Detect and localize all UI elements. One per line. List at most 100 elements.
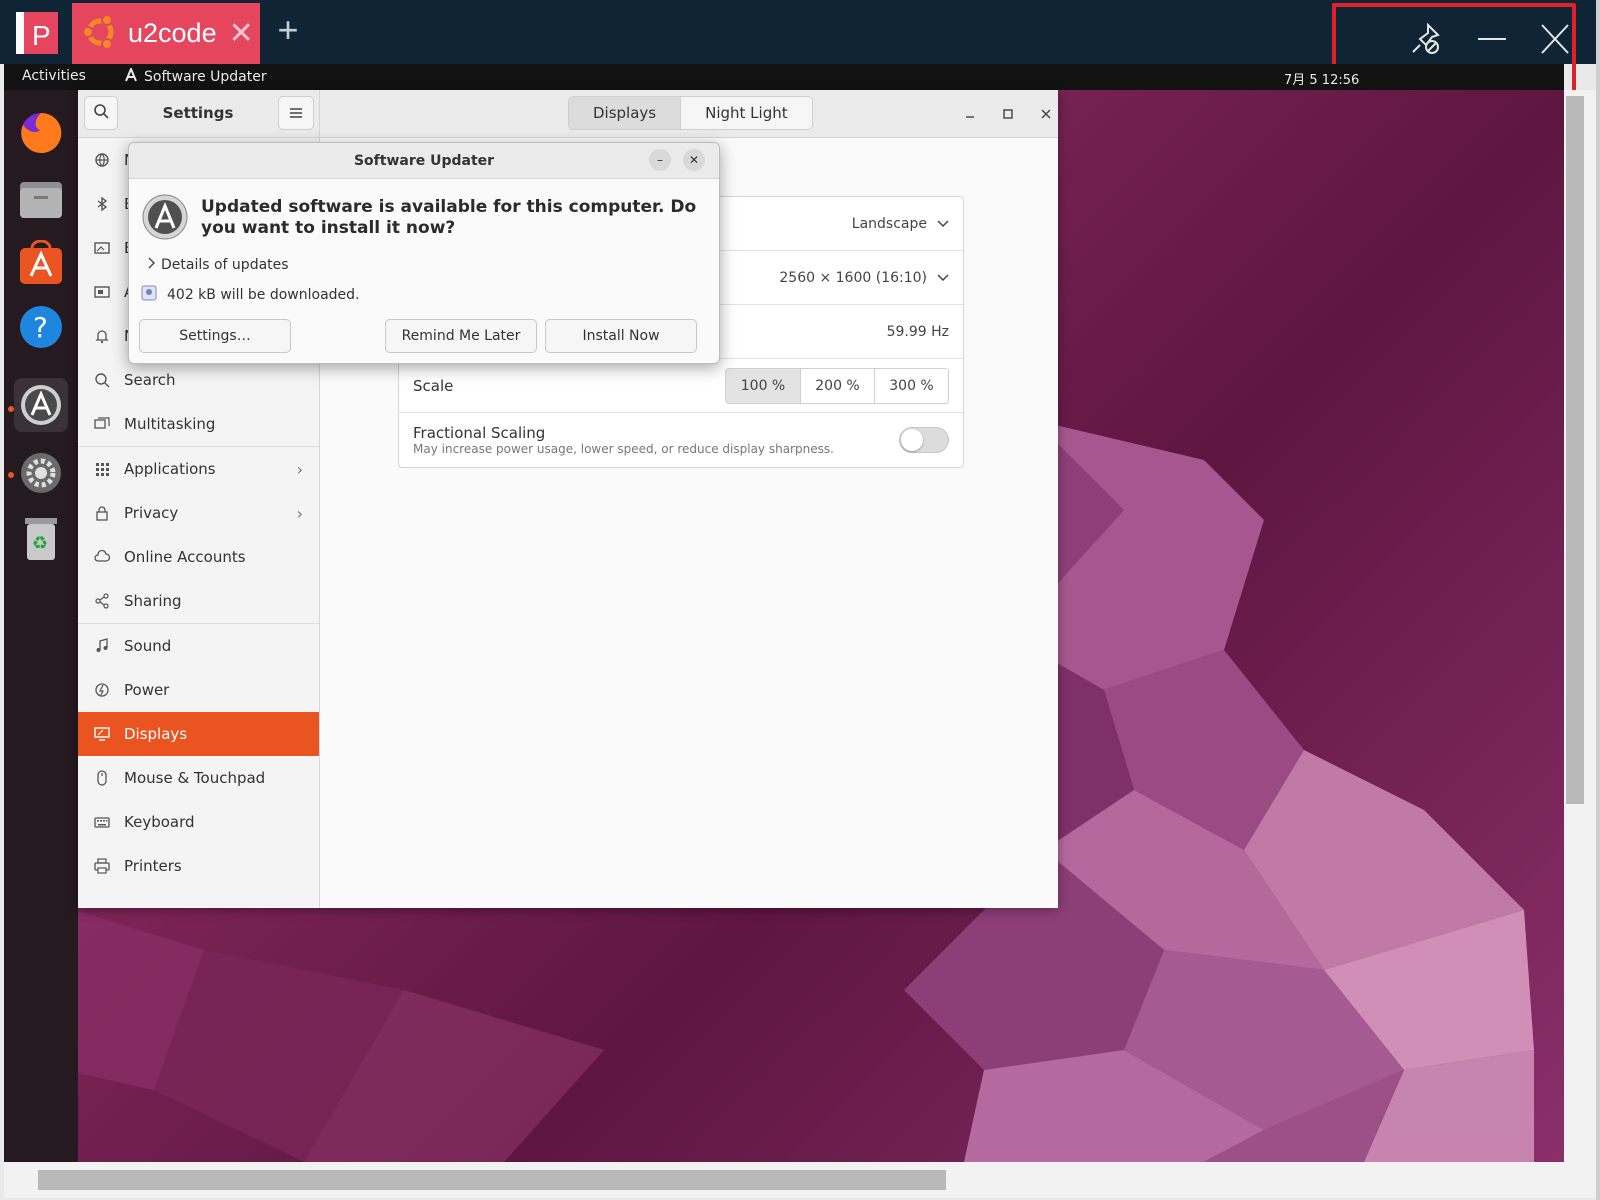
software-updater-icon: [141, 193, 189, 241]
sidebar-item-power[interactable]: Power: [78, 668, 319, 712]
chevron-down-icon: [937, 216, 949, 232]
search-icon: [92, 370, 112, 390]
updater-settings-button[interactable]: Settings…: [139, 319, 291, 353]
tab-close-icon[interactable]: ✕: [229, 18, 254, 49]
viewer-logo-letter: P: [32, 20, 51, 51]
close-icon[interactable]: [1534, 19, 1574, 59]
add-tab-button[interactable]: +: [270, 12, 306, 48]
pin-icon[interactable]: [1406, 19, 1446, 59]
power-icon: [92, 680, 112, 700]
clock[interactable]: 7月 5 12:56: [1284, 69, 1359, 88]
sidebar-item-label: Applications: [124, 460, 216, 478]
sidebar-item-applications[interactable]: Applications ›: [78, 447, 319, 491]
settings-icon[interactable]: [14, 446, 68, 500]
software-updater-icon[interactable]: [14, 378, 68, 432]
vertical-scrollbar-thumb[interactable]: [1566, 96, 1584, 804]
install-now-button[interactable]: Install Now: [545, 319, 697, 353]
viewer-logo: P: [12, 10, 62, 56]
software-updater-dialog: Software Updater – ✕ Updated software is…: [128, 142, 720, 364]
updater-close-icon[interactable]: ✕: [683, 149, 705, 171]
scale-100-button[interactable]: 100 %: [726, 368, 800, 403]
updater-title: Software Updater: [353, 153, 495, 169]
sound-icon: [92, 636, 112, 656]
background-icon: [92, 238, 112, 258]
sidebar-item-label: Sound: [124, 637, 172, 655]
running-indicator: [8, 406, 14, 412]
window-minimize-icon[interactable]: [958, 102, 982, 126]
fractional-scaling-label: Fractional Scaling: [413, 424, 546, 442]
tab-night-light[interactable]: Night Light: [680, 97, 812, 129]
menu-button[interactable]: [278, 96, 314, 130]
details-expander[interactable]: Details of updates: [147, 257, 289, 273]
orientation-value[interactable]: Landscape: [852, 216, 949, 232]
scale-200-button[interactable]: 200 %: [800, 368, 874, 403]
scale-label: Scale: [413, 376, 454, 395]
sidebar-item-online-accounts[interactable]: Online Accounts: [78, 535, 319, 579]
resolution-label: 2560 × 1600 (16:10): [779, 269, 927, 286]
sidebar-item-keyboard[interactable]: Keyboard: [78, 800, 319, 844]
online-accounts-icon: [92, 547, 112, 567]
sidebar-item-label: Multitasking: [124, 415, 216, 433]
download-size-text: 402 kB will be downloaded.: [167, 287, 360, 303]
dock: ? ♻: [4, 90, 78, 1162]
mouse-icon: [92, 768, 112, 788]
bluetooth-icon: [92, 194, 112, 214]
sidebar-item-sharing[interactable]: Sharing: [78, 579, 319, 623]
sidebar-item-multitasking[interactable]: Multitasking: [78, 402, 319, 446]
sidebar-item-label: Displays: [124, 725, 188, 743]
scale-300-button[interactable]: 300 %: [874, 368, 948, 403]
window-border: [1596, 0, 1600, 1200]
fractional-scaling-toggle[interactable]: [899, 427, 949, 453]
app-center-icon[interactable]: [14, 236, 68, 290]
remote-viewer-toolbar: P u2code ✕ +: [0, 0, 1600, 102]
scale-options: 100 % 200 % 300 %: [725, 367, 949, 404]
sidebar-item-sound[interactable]: Sound: [78, 624, 319, 668]
ubuntu-top-bar: Activities Software Updater 7月 5 12:56: [4, 64, 1564, 90]
files-icon[interactable]: [14, 172, 68, 226]
updater-titlebar: Software Updater – ✕: [129, 143, 719, 179]
sidebar-item-label: Search: [124, 371, 176, 389]
svg-text:?: ?: [33, 311, 48, 344]
sidebar-item-mouse-touchpad[interactable]: Mouse & Touchpad: [78, 756, 319, 800]
svg-text:♻: ♻: [32, 533, 48, 554]
orientation-label: Landscape: [851, 215, 927, 232]
network-icon: [92, 150, 112, 170]
sidebar-item-printers[interactable]: Printers: [78, 844, 319, 888]
window-maximize-icon[interactable]: [996, 102, 1020, 126]
tab-displays[interactable]: Displays: [569, 97, 681, 129]
appearance-icon: [92, 282, 112, 302]
remind-me-later-button[interactable]: Remind Me Later: [385, 319, 537, 353]
firefox-icon[interactable]: [14, 106, 68, 160]
multitasking-icon: [92, 414, 112, 434]
running-indicator: [8, 472, 14, 478]
search-button[interactable]: [84, 96, 118, 130]
search-icon: [93, 103, 109, 123]
chevron-right-icon: [147, 257, 155, 273]
trash-icon[interactable]: ♻: [14, 512, 68, 566]
sidebar-item-search[interactable]: Search: [78, 358, 319, 402]
sidebar-item-label: Privacy: [124, 504, 179, 522]
download-info: 402 kB will be downloaded.: [141, 285, 360, 305]
keyboard-icon: [92, 812, 112, 832]
horizontal-scrollbar-thumb[interactable]: [38, 1170, 946, 1190]
chevron-down-icon: [937, 270, 949, 286]
window-close-icon[interactable]: [1034, 102, 1058, 126]
updater-minimize-icon[interactable]: –: [649, 149, 671, 171]
app-menu[interactable]: Software Updater: [124, 66, 267, 86]
privacy-icon: [92, 503, 112, 523]
sidebar-item-label: Mouse & Touchpad: [124, 769, 266, 787]
minimize-icon[interactable]: [1472, 19, 1512, 59]
sidebar-item-displays[interactable]: Displays: [78, 712, 319, 756]
help-icon[interactable]: ?: [14, 300, 68, 354]
app-menu-label: Software Updater: [144, 69, 267, 85]
chevron-right-icon: ›: [296, 459, 303, 479]
resolution-value[interactable]: 2560 × 1600 (16:10): [779, 270, 949, 286]
ubuntu-logo-icon: [82, 13, 118, 54]
activities-button[interactable]: Activities: [22, 68, 86, 84]
updater-message: Updated software is available for this c…: [201, 197, 697, 238]
tab-label: u2code: [128, 18, 217, 48]
tab-u2code[interactable]: u2code ✕: [72, 3, 260, 64]
sidebar-item-label: Keyboard: [124, 813, 195, 831]
hamburger-icon: [289, 104, 303, 123]
sidebar-item-privacy[interactable]: Privacy ›: [78, 491, 319, 535]
